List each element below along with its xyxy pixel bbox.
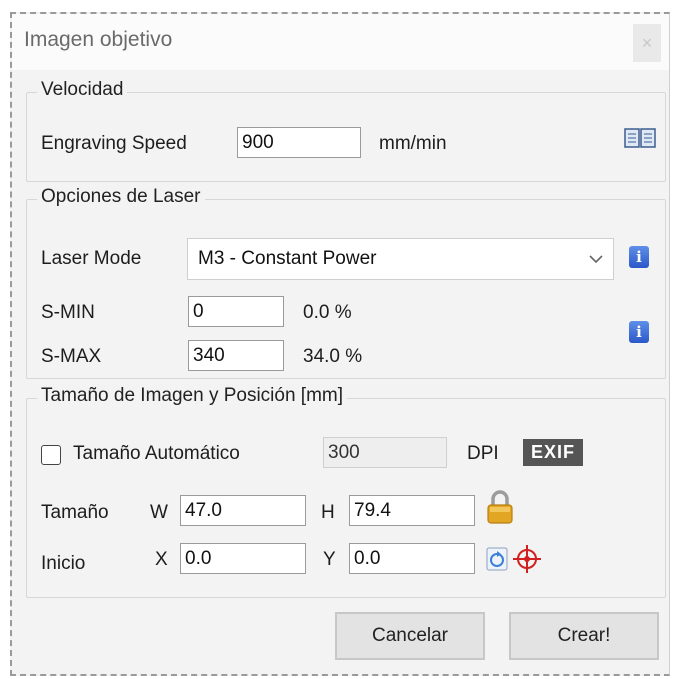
velocidad-legend: Velocidad [37,79,128,101]
dialog-window: Imagen objetivo × Velocidad Engraving Sp… [10,12,670,676]
book-icon[interactable] [624,127,656,154]
close-icon: × [641,33,653,53]
size-position-legend: Tamaño de Imagen y Posición [mm] [37,385,348,407]
width-input[interactable] [180,495,306,526]
smin-label: S-MIN [41,302,95,323]
start-label: Inicio [41,553,86,574]
width-label: W [150,502,168,523]
create-button[interactable]: Crear! [509,612,659,660]
speed-unit-label: mm/min [379,133,447,154]
auto-size-label: Tamaño Automático [73,443,240,464]
smax-label: S-MAX [41,346,102,367]
height-input[interactable] [349,495,475,526]
x-input[interactable] [180,543,306,574]
auto-size-checkbox[interactable] [41,445,61,465]
height-label: H [321,502,335,523]
title-bar[interactable]: Imagen objetivo × [12,14,669,70]
laser-mode-info-icon[interactable]: i [629,246,649,268]
laser-options-group: Opciones de Laser Laser Mode M3 - Consta… [26,186,666,379]
laser-options-legend: Opciones de Laser [37,186,205,208]
chevron-down-icon [589,251,603,267]
cancel-button[interactable]: Cancelar [335,612,485,660]
laser-mode-select[interactable]: M3 - Constant Power [187,238,614,280]
smin-percent: 0.0 % [303,302,352,323]
smax-percent: 34.0 % [303,346,363,367]
smax-input[interactable] [188,340,284,371]
size-label: Tamaño [41,502,109,523]
x-label: X [155,549,168,570]
smin-smax-info-icon[interactable]: i [629,321,649,343]
y-input[interactable] [349,543,475,574]
lock-icon[interactable] [485,489,515,530]
crosshair-icon[interactable] [512,544,542,579]
laser-mode-value: M3 - Constant Power [198,248,377,269]
dpi-input[interactable] [323,437,447,468]
engraving-speed-label: Engraving Speed [41,133,187,154]
size-position-group: Tamaño de Imagen y Posición [mm] Tamaño … [26,385,666,598]
smin-input[interactable] [188,296,284,327]
y-label: Y [323,549,336,570]
close-button[interactable]: × [633,24,661,62]
velocidad-group: Velocidad Engraving Speed mm/min [26,79,666,182]
exif-button[interactable]: EXIF [523,439,584,466]
laser-mode-label: Laser Mode [41,248,142,269]
reset-icon[interactable] [486,547,508,576]
engraving-speed-input[interactable] [237,127,361,158]
dpi-label: DPI [467,443,499,464]
window-title: Imagen objetivo [24,28,173,51]
